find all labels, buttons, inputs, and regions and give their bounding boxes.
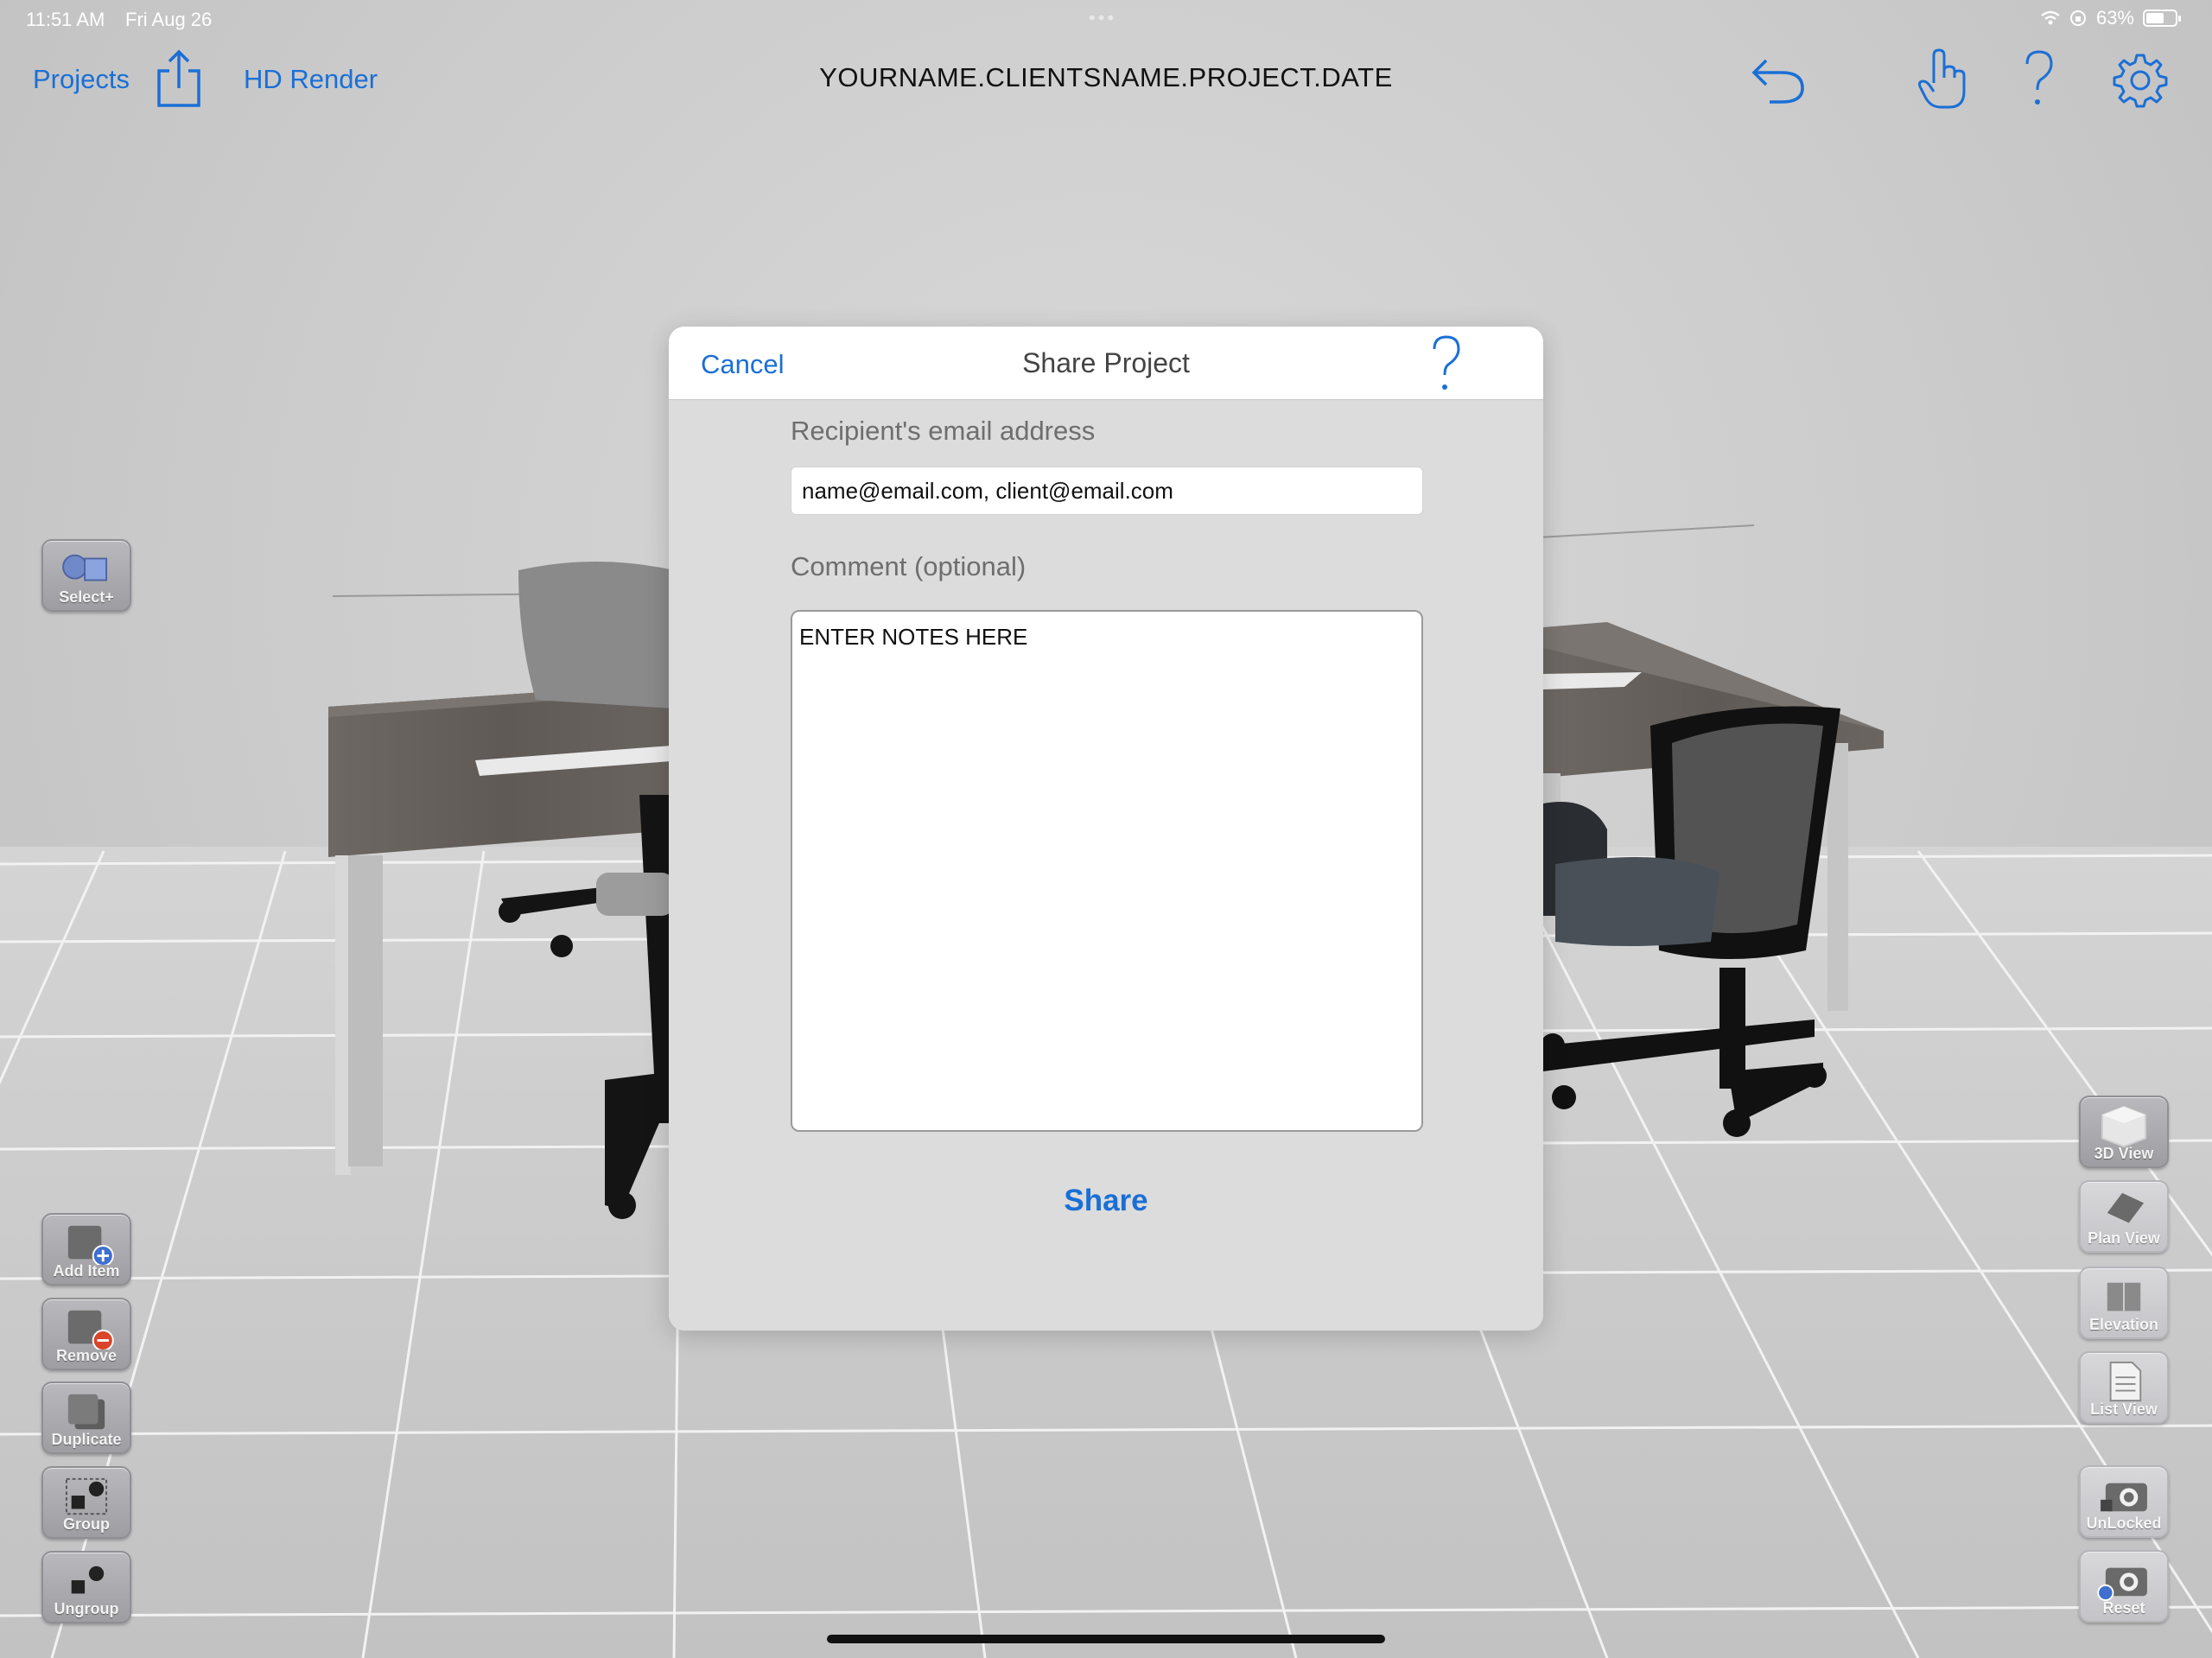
share-project-dialog: Cancel Share Project Recipient's email a… (669, 327, 1543, 1331)
top-toolbar: Projects HD Render YOURNAME.CLIENTSNAME.… (0, 43, 2212, 121)
ungroup-icon (71, 1566, 105, 1594)
list-view-button[interactable]: List View (2079, 1351, 2169, 1424)
status-bar: 11:51 AM Fri Aug 26 ••• 63% (0, 0, 2212, 40)
home-indicator[interactable] (827, 1635, 1385, 1643)
share-button[interactable]: Share (669, 1184, 1543, 1218)
comment-label: Comment (optional) (791, 551, 1027, 581)
plan-view-button[interactable]: Plan View (2079, 1180, 2169, 1253)
select-plus-button[interactable]: Select+ (41, 539, 131, 612)
remove-icon (67, 1310, 114, 1350)
ungroup-button[interactable]: Ungroup (41, 1551, 131, 1623)
3d-view-button[interactable]: 3D View (2079, 1096, 2169, 1168)
unlocked-label: UnLocked (2086, 1515, 2162, 1532)
group-icon (65, 1477, 108, 1515)
elevation-label: Elevation (2088, 1316, 2159, 1333)
duplicate-label: Duplicate (51, 1431, 122, 1448)
plan-view-label: Plan View (2088, 1229, 2160, 1247)
battery-percent: 63% (2095, 7, 2134, 29)
status-indicators: 63% (2041, 7, 2181, 29)
dialog-header: Cancel Share Project (669, 327, 1543, 400)
gear-icon[interactable] (2112, 52, 2169, 109)
multitasking-dots-icon[interactable]: ••• (1089, 7, 1116, 29)
email-label: Recipient's email address (791, 416, 1096, 446)
battery-icon (2143, 10, 2181, 27)
help-icon[interactable] (2022, 48, 2056, 111)
camera-lock-button[interactable]: UnLocked (2079, 1465, 2169, 1538)
battery-fill (2146, 13, 2164, 23)
ungroup-label: Ungroup (54, 1600, 119, 1617)
hand-pointer-icon[interactable] (1915, 48, 1970, 111)
project-title: YOURNAME.CLIENTSNAME.PROJECT.DATE (819, 62, 1393, 92)
duplicate-icon (67, 1394, 105, 1430)
help-icon[interactable] (1429, 334, 1464, 396)
group-button[interactable]: Group (41, 1466, 131, 1539)
list-view-label: List View (2090, 1401, 2158, 1418)
select-shapes-icon (62, 554, 108, 581)
undo-icon[interactable] (1747, 54, 1808, 105)
group-label: Group (63, 1515, 110, 1533)
status-date: Fri Aug 26 (125, 9, 213, 30)
3d-view-label: 3D View (2094, 1145, 2154, 1162)
wifi-icon (2041, 10, 2060, 25)
select-plus-label: Select+ (59, 588, 114, 606)
plan-view-icon (2107, 1192, 2145, 1223)
elevation-icon (2107, 1282, 2141, 1312)
orientation-lock-icon (2069, 10, 2086, 26)
comment-textarea[interactable]: ENTER NOTES HERE (791, 610, 1423, 1132)
reset-label: Reset (2102, 1599, 2145, 1617)
cube-icon (2101, 1105, 2146, 1147)
duplicate-button[interactable]: Duplicate (41, 1382, 131, 1454)
add-item-icon (67, 1225, 114, 1265)
document-list-icon (2109, 1361, 2142, 1402)
dialog-title: Share Project (1022, 347, 1190, 378)
elevation-button[interactable]: Elevation (2079, 1267, 2169, 1339)
reset-camera-button[interactable]: Reset (2079, 1550, 2169, 1623)
status-time: 11:51 AM (26, 9, 105, 30)
email-field[interactable] (791, 467, 1423, 515)
remove-button[interactable]: Remove (41, 1298, 131, 1370)
add-item-label: Add Item (53, 1262, 120, 1280)
remove-label: Remove (55, 1347, 118, 1364)
camera-unlocked-icon (2101, 1483, 2147, 1512)
camera-reset-icon (2097, 1567, 2147, 1602)
add-item-button[interactable]: Add Item (41, 1213, 131, 1286)
